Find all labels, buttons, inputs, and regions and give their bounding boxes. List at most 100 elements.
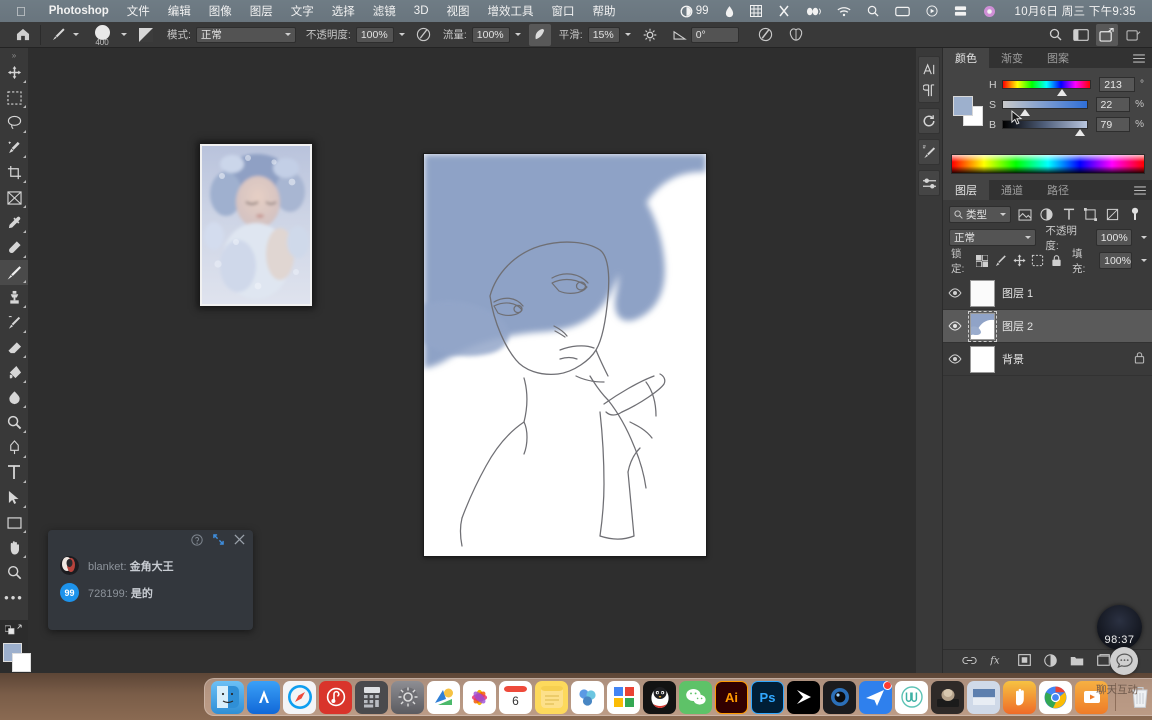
menu-item-app[interactable]: Photoshop [40, 5, 118, 17]
dock-app-app-store[interactable] [247, 680, 280, 714]
menu-item-type[interactable]: 文字 [282, 3, 323, 19]
sidebar-tool-dodge[interactable] [0, 410, 28, 435]
hue-value[interactable]: 213 [1099, 77, 1135, 92]
tab-channels[interactable]: 通道 [989, 180, 1035, 200]
table-row[interactable]: 图层 2 [943, 310, 1152, 343]
panel-menu-icon[interactable] [1126, 48, 1152, 68]
dock-app-google-suite[interactable] [607, 680, 640, 714]
chat-bubble-icon[interactable] [1110, 647, 1138, 675]
dock-app-netease-music[interactable] [319, 680, 352, 714]
adjustments-icon[interactable] [919, 174, 939, 192]
sidebar-tool-rectangle[interactable] [0, 510, 28, 535]
sidebar-tool-gradient[interactable] [0, 360, 28, 385]
type-filter-icon[interactable] [1060, 206, 1077, 223]
layer-visibility-toggle[interactable] [947, 354, 963, 364]
history-panel-icon[interactable] [919, 112, 939, 130]
wifi-icon[interactable] [830, 6, 858, 17]
brush-settings-icon[interactable] [919, 143, 939, 161]
layer-blend-mode-select[interactable]: 正常 [949, 229, 1037, 246]
sidebar-tool-frame[interactable] [0, 185, 28, 210]
table-row[interactable]: 背景 [943, 343, 1152, 376]
smart-object-filter-icon[interactable] [1104, 206, 1121, 223]
dock-app-calculator[interactable] [355, 680, 388, 714]
lock-image-icon[interactable] [994, 252, 1008, 269]
dock-app-wechat[interactable] [679, 680, 712, 714]
sidebar-tool-blur[interactable] [0, 385, 28, 410]
hue-slider[interactable] [1002, 80, 1092, 96]
tab-color[interactable]: 颜色 [943, 48, 989, 68]
sidebar-tool-type[interactable] [0, 460, 28, 485]
dock-app-capcut[interactable] [787, 680, 820, 714]
table-row[interactable]: 图层 1 [943, 277, 1152, 310]
menu-item-3d[interactable]: 3D [405, 5, 438, 17]
pixel-filter-icon[interactable] [1016, 206, 1033, 223]
menubar-clock[interactable]: 10月6日 周三 下午9:35 [1005, 3, 1142, 19]
dock-app-finder[interactable] [211, 680, 244, 714]
search-icon[interactable] [860, 5, 886, 17]
sidebar-tool-hand[interactable] [0, 535, 28, 560]
opacity-dropdown[interactable] [398, 33, 405, 36]
layer-style-fx-icon[interactable]: fx [989, 654, 1005, 669]
layer-visibility-toggle[interactable] [947, 321, 963, 331]
expand-icon[interactable] [213, 534, 224, 548]
angle-input[interactable]: 0° [690, 26, 739, 43]
toggle-filter-icon[interactable] [1126, 206, 1143, 223]
chat-overlay-popup[interactable]: blanket: 金角大王 99 728199: 是的 [48, 530, 253, 630]
lock-transparency-icon[interactable] [975, 252, 989, 269]
dock-app-notes[interactable] [535, 680, 568, 714]
dropbox-icon[interactable]: 99 [673, 5, 716, 18]
adjustment-layer-icon[interactable] [1044, 653, 1057, 670]
help-icon[interactable] [191, 533, 203, 549]
dock-app-color-picker[interactable] [427, 680, 460, 714]
menu-item-layer[interactable]: 图层 [241, 3, 282, 19]
brush-icon[interactable] [47, 24, 69, 46]
search-icon[interactable] [1044, 24, 1066, 46]
menu-item-edit[interactable]: 编辑 [159, 3, 200, 19]
color-spectrum-bar[interactable] [951, 154, 1145, 174]
sidebar-tool-zoom[interactable] [0, 560, 28, 585]
menu-item-image[interactable]: 图像 [200, 3, 241, 19]
saturation-slider[interactable] [1001, 100, 1088, 116]
fill-value[interactable]: 100% [1099, 252, 1132, 269]
sidebar-tool-move[interactable] [0, 60, 28, 85]
dock-app-weibo-w[interactable] [895, 680, 928, 714]
share-icon[interactable] [1096, 23, 1118, 46]
blend-mode-select[interactable]: 正常 [195, 26, 296, 43]
smoothing-input[interactable]: 15% [587, 26, 620, 43]
brush-tool-dropdown[interactable] [73, 33, 79, 36]
document-canvas[interactable] [423, 153, 707, 557]
dock-app-photoshop[interactable]: Ps [751, 680, 784, 714]
screen-icon[interactable] [888, 6, 917, 17]
airbrush-icon[interactable] [528, 23, 551, 46]
sidebar-tool-history-brush[interactable] [0, 310, 28, 335]
lock-all-icon[interactable] [1134, 351, 1145, 367]
layer-opacity-dropdown[interactable] [1141, 236, 1147, 239]
list-item[interactable]: blanket: 金角大王 [48, 552, 253, 579]
sidebar-tool-clone-stamp[interactable] [0, 285, 28, 310]
reference-image-window[interactable] [200, 144, 312, 306]
layer-name[interactable]: 背景 [1002, 351, 1024, 367]
sidebar-tool-eyedropper[interactable] [0, 210, 28, 235]
dock-app-calendar[interactable]: 6 [499, 680, 532, 714]
menu-item-help[interactable]: 帮助 [584, 3, 625, 19]
add-mask-icon[interactable] [1018, 654, 1031, 669]
panel-foreground-swatch[interactable] [953, 96, 973, 116]
sidebar-tool-healing-brush[interactable] [0, 235, 28, 260]
menu-item-file[interactable]: 文件 [118, 3, 159, 19]
sidebar-tool-marquee[interactable] [0, 85, 28, 110]
saturation-value[interactable]: 22 [1095, 97, 1131, 112]
sidebar-tool-brush[interactable] [0, 260, 28, 285]
brush-preset-icon[interactable] [135, 24, 157, 46]
layer-opacity-value[interactable]: 100% [1095, 229, 1132, 246]
stream-timer[interactable]: 98:37 [1097, 605, 1142, 650]
panel-color-swatches[interactable] [953, 96, 983, 126]
layer-visibility-toggle[interactable] [947, 288, 963, 298]
layer-name[interactable]: 图层 2 [1002, 318, 1033, 334]
dock-app-safari[interactable] [283, 680, 316, 714]
adjustment-filter-icon[interactable] [1038, 206, 1055, 223]
fill-dropdown[interactable] [1140, 259, 1147, 262]
sidebar-tool-path-selection[interactable] [0, 485, 28, 510]
ink-drop-icon[interactable] [718, 5, 741, 18]
tab-pattern[interactable]: 图案 [1035, 48, 1081, 68]
lock-all-icon[interactable] [1049, 252, 1063, 269]
